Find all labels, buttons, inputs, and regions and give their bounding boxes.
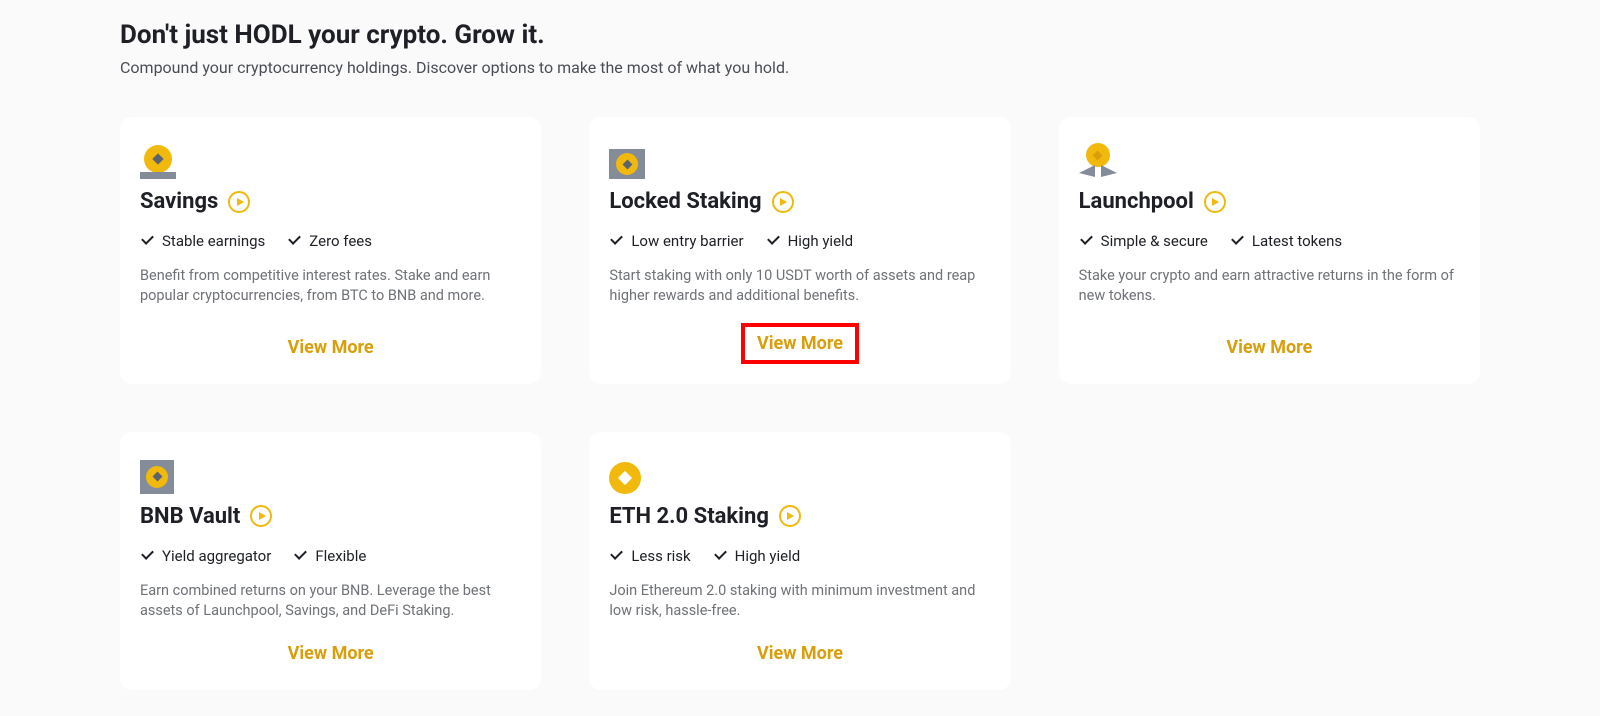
check-icon [140,551,154,561]
card-savings: Savings Stable earnings Zero fees Benefi… [120,117,541,384]
check-icon [140,236,154,246]
cards-grid: Savings Stable earnings Zero fees Benefi… [120,117,1480,690]
feature-item: Low entry barrier [609,232,743,250]
card-title-row: Locked Staking [609,189,990,214]
launchpool-icon [1079,141,1460,179]
card-description: Join Ethereum 2.0 staking with minimum i… [609,581,990,622]
play-icon[interactable] [772,191,794,213]
main-container: Don't just HODL your crypto. Grow it. Co… [0,0,1600,690]
card-locked-staking: Locked Staking Low entry barrier High yi… [589,117,1010,384]
feature-label: Zero fees [309,232,372,250]
check-icon [287,236,301,246]
bnb-vault-icon [140,456,521,494]
check-icon [293,551,307,561]
feature-label: High yield [788,232,854,250]
play-icon[interactable] [1204,191,1226,213]
check-icon [609,551,623,561]
card-title-row: ETH 2.0 Staking [609,504,990,529]
feature-item: Latest tokens [1230,232,1342,250]
card-title: BNB Vault [140,504,240,529]
feature-item: High yield [766,232,854,250]
feature-label: Low entry barrier [631,232,743,250]
card-features: Less risk High yield [609,547,990,565]
card-title: Savings [140,189,218,214]
card-bnb-vault: BNB Vault Yield aggregator Flexible Earn… [120,432,541,691]
view-more-button[interactable]: View More [1214,331,1324,364]
card-features: Stable earnings Zero fees [140,232,521,250]
play-icon[interactable] [228,191,250,213]
feature-label: High yield [735,547,801,565]
card-features: Yield aggregator Flexible [140,547,521,565]
card-launchpool: Launchpool Simple & secure Latest tokens… [1059,117,1480,384]
feature-item: Zero fees [287,232,372,250]
play-icon[interactable] [779,505,801,527]
check-icon [713,551,727,561]
feature-label: Less risk [631,547,690,565]
savings-icon [140,141,521,179]
feature-item: Stable earnings [140,232,265,250]
feature-label: Stable earnings [162,232,265,250]
card-title-row: Savings [140,189,521,214]
card-description: Earn combined returns on your BNB. Lever… [140,581,521,622]
feature-item: Simple & secure [1079,232,1208,250]
feature-label: Simple & secure [1101,232,1208,250]
view-more-button[interactable]: View More [276,637,386,670]
card-title-row: BNB Vault [140,504,521,529]
feature-label: Flexible [315,547,366,565]
play-icon[interactable] [250,505,272,527]
card-title: ETH 2.0 Staking [609,504,769,529]
check-icon [1079,236,1093,246]
card-description: Stake your crypto and earn attractive re… [1079,266,1460,315]
card-title: Locked Staking [609,189,761,214]
feature-item: High yield [713,547,801,565]
feature-label: Latest tokens [1252,232,1342,250]
card-description: Start staking with only 10 USDT worth of… [609,266,990,307]
card-description: Benefit from competitive interest rates.… [140,266,521,315]
feature-item: Less risk [609,547,690,565]
card-features: Low entry barrier High yield [609,232,990,250]
view-more-button[interactable]: View More [276,331,386,364]
check-icon [766,236,780,246]
page-title: Don't just HODL your crypto. Grow it. [120,20,1480,50]
feature-item: Flexible [293,547,366,565]
card-title-row: Launchpool [1079,189,1460,214]
feature-item: Yield aggregator [140,547,271,565]
page-subtitle: Compound your cryptocurrency holdings. D… [120,58,1480,77]
check-icon [609,236,623,246]
card-title: Launchpool [1079,189,1194,214]
view-more-button[interactable]: View More [745,637,855,670]
check-icon [1230,236,1244,246]
locked-staking-icon [609,141,990,179]
eth2-staking-icon [609,456,990,494]
card-eth2-staking: ETH 2.0 Staking Less risk High yield Joi… [589,432,1010,691]
card-features: Simple & secure Latest tokens [1079,232,1460,250]
view-more-button[interactable]: View More [741,323,859,364]
feature-label: Yield aggregator [162,547,271,565]
